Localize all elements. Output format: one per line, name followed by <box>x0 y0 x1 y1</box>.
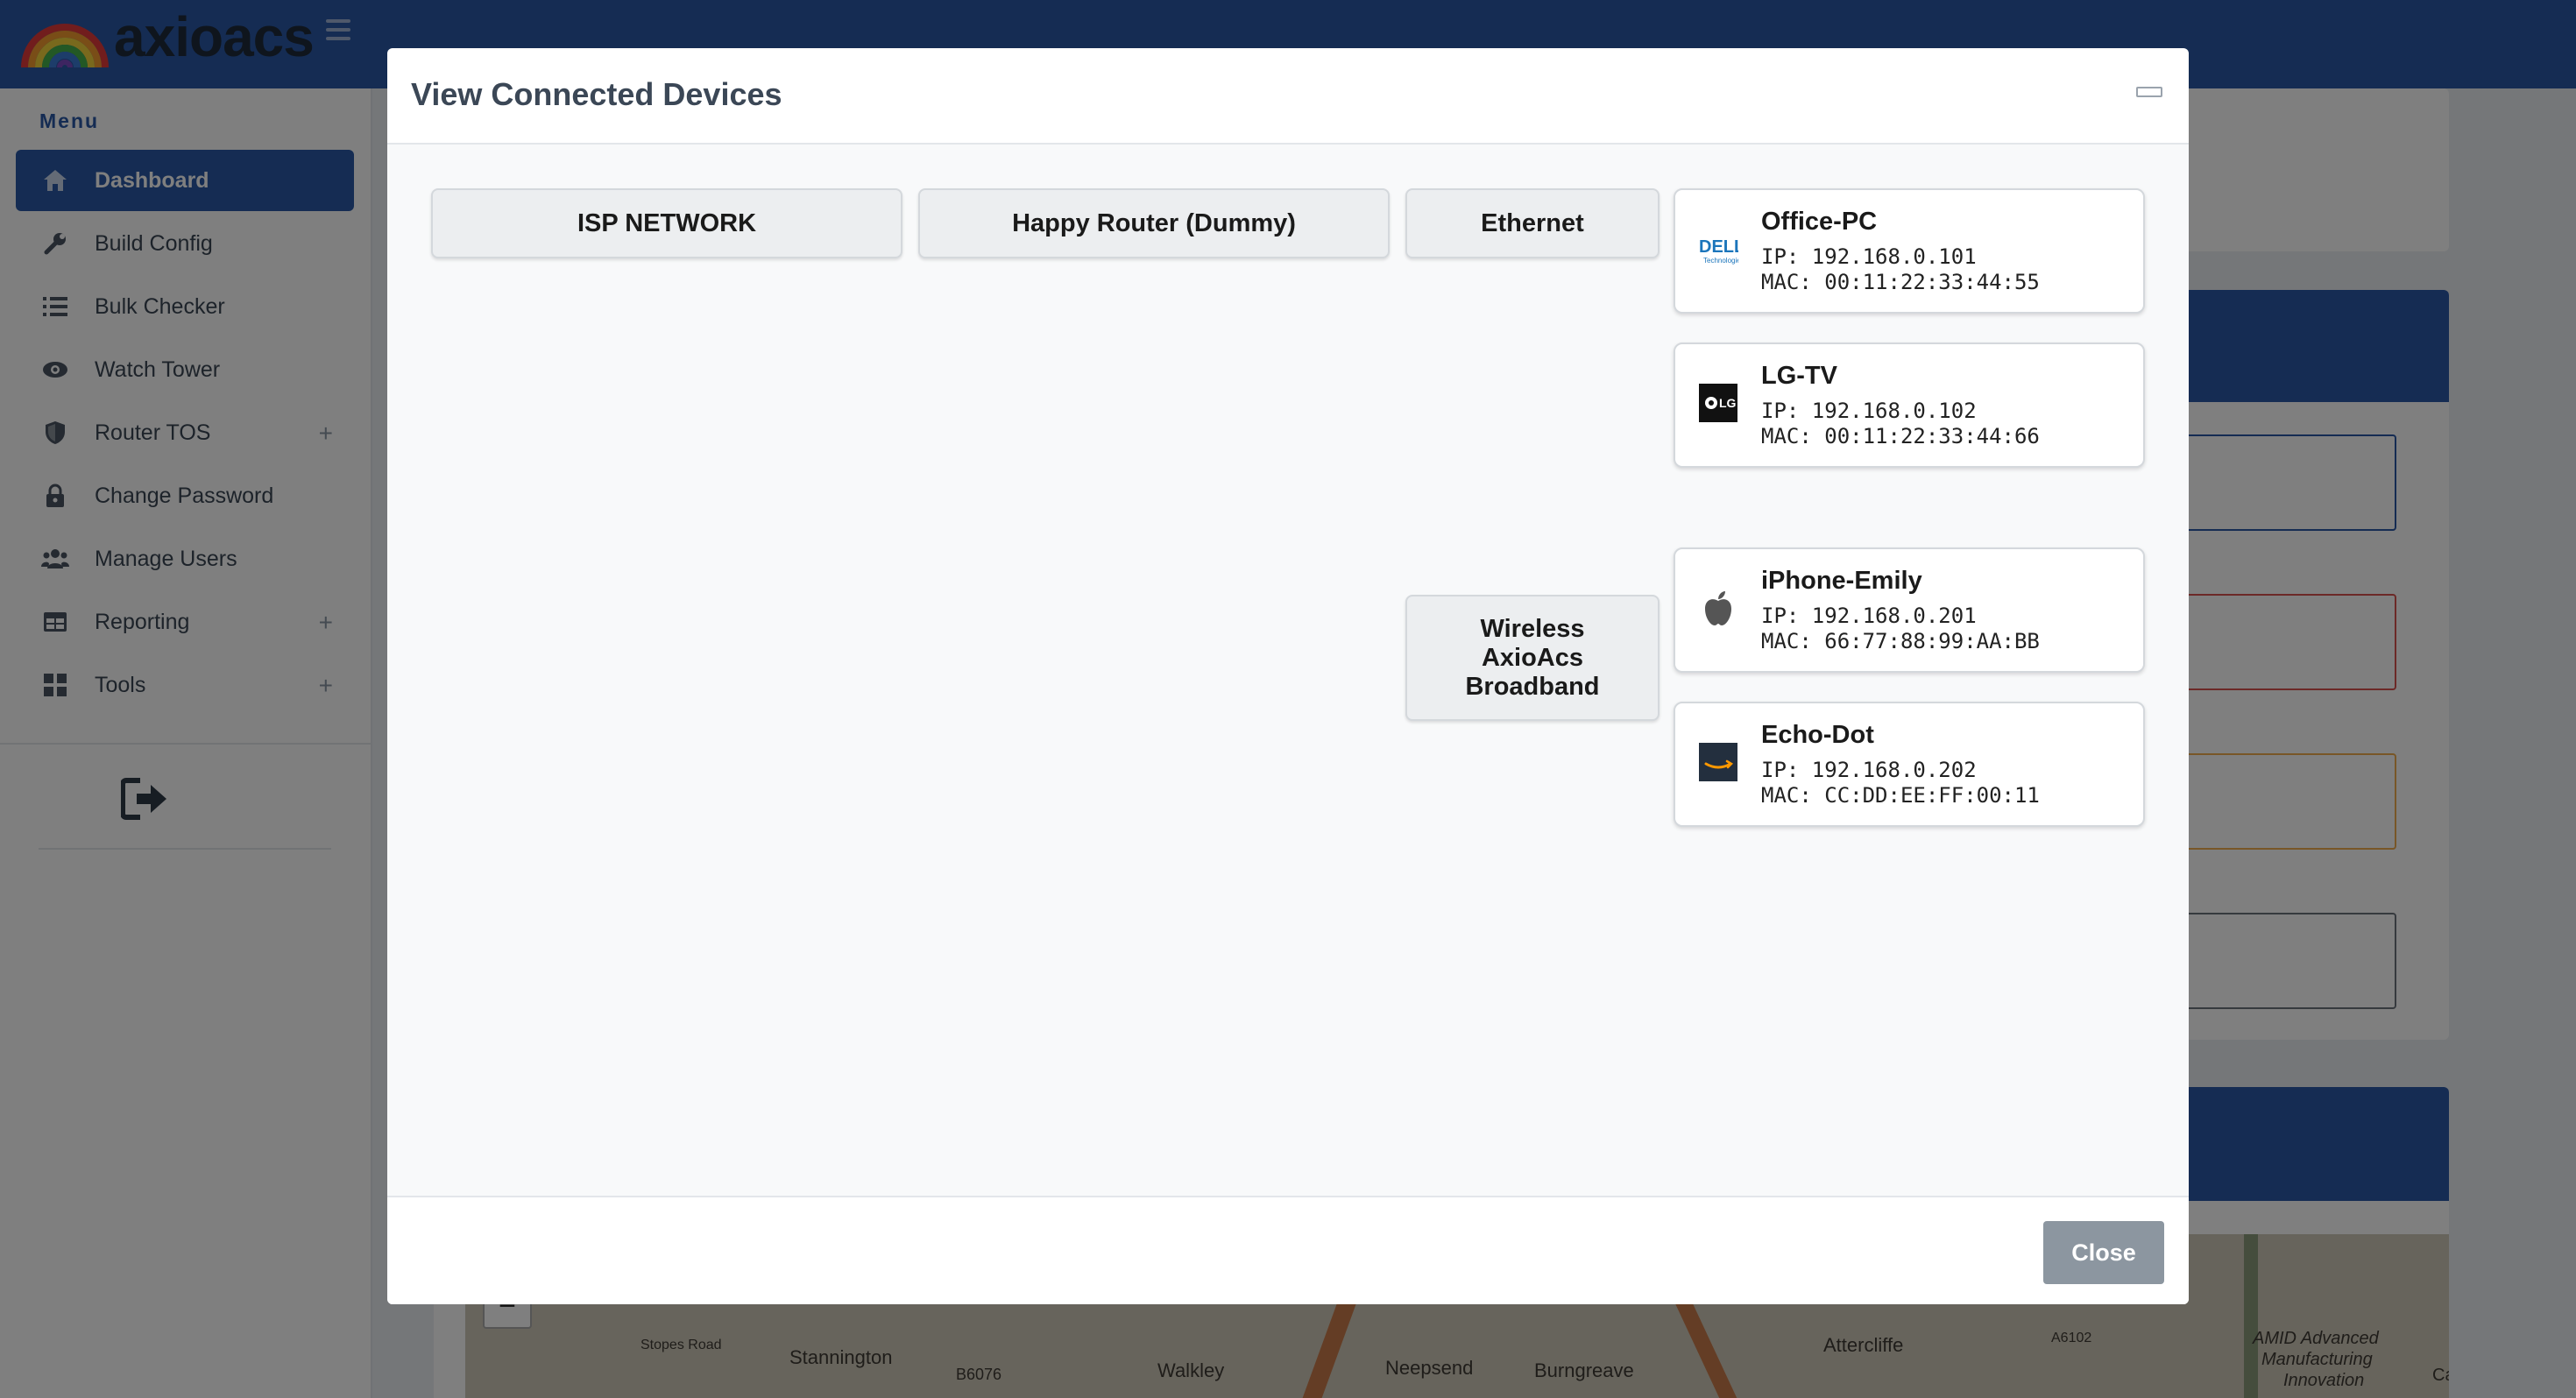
node-label: Wireless AxioAcs Broadband <box>1465 614 1600 701</box>
device-card-echo-dot[interactable]: Echo-Dot IP: 192.168.0.202 MAC: CC:DD:EE… <box>1674 702 2145 827</box>
device-mac: MAC: 00:11:22:33:44:55 <box>1761 270 2040 294</box>
dell-logo-icon: DELLTechnologies <box>1698 229 1738 269</box>
device-ip: IP: 192.168.0.202 <box>1761 758 1977 782</box>
router-node: Happy Router (Dummy) <box>918 188 1390 258</box>
device-mac: MAC: 00:11:22:33:44:66 <box>1761 424 2040 448</box>
device-mac: MAC: 66:77:88:99:AA:BB <box>1761 629 2040 653</box>
close-button[interactable]: Close <box>2043 1221 2164 1284</box>
connected-devices-modal: View Connected Devices ISP NETWORK Happy… <box>387 48 2189 1304</box>
node-label: Ethernet <box>1481 208 1584 237</box>
device-name: Office-PC <box>1761 208 1878 236</box>
device-card-iphone-emily[interactable]: iPhone-Emily IP: 192.168.0.201 MAC: 66:7… <box>1674 547 2145 673</box>
apple-logo-icon <box>1698 588 1738 628</box>
svg-text:LG: LG <box>1719 396 1737 410</box>
svg-text:DELL: DELL <box>1699 237 1738 257</box>
isp-network-node: ISP NETWORK <box>431 188 902 258</box>
lg-logo-icon: LG <box>1698 383 1738 423</box>
ethernet-interface-node: Ethernet <box>1405 188 1660 258</box>
device-card-office-pc[interactable]: DELLTechnologies Office-PC IP: 192.168.0… <box>1674 188 2145 314</box>
device-name: Echo-Dot <box>1761 721 1874 749</box>
wireless-interface-node: Wireless AxioAcs Broadband <box>1405 595 1660 721</box>
modal-header: View Connected Devices <box>387 48 2189 145</box>
node-label: Happy Router (Dummy) <box>1012 208 1296 237</box>
device-name: LG-TV <box>1761 362 1837 390</box>
topology-view: ISP NETWORK Happy Router (Dummy) Etherne… <box>387 145 2189 1196</box>
device-ip: IP: 192.168.0.102 <box>1761 399 1977 423</box>
device-ip: IP: 192.168.0.201 <box>1761 604 1977 628</box>
modal-footer: Close <box>387 1196 2189 1304</box>
svg-text:Technologies: Technologies <box>1703 257 1738 265</box>
device-card-lg-tv[interactable]: LG LG-TV IP: 192.168.0.102 MAC: 00:11:22… <box>1674 342 2145 468</box>
device-ip: IP: 192.168.0.101 <box>1761 244 1977 269</box>
node-label: ISP NETWORK <box>577 208 757 237</box>
amazon-logo-icon <box>1698 742 1738 782</box>
device-name: iPhone-Emily <box>1761 567 1922 595</box>
minimize-icon[interactable] <box>2136 87 2162 97</box>
modal-title: View Connected Devices <box>411 76 782 112</box>
device-mac: MAC: CC:DD:EE:FF:00:11 <box>1761 783 2040 808</box>
